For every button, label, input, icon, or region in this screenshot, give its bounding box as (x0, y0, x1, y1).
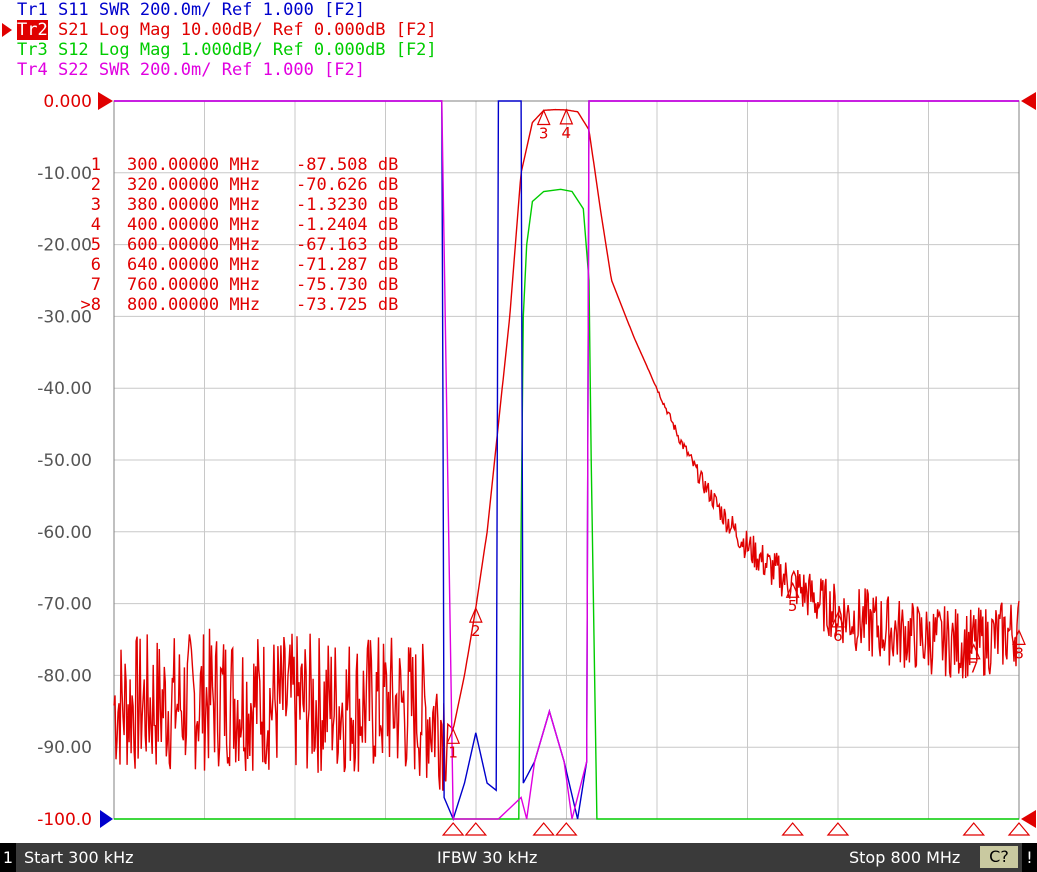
marker-2-label: 2 (471, 622, 481, 640)
marker-stimulus-icon (826, 822, 850, 836)
marker-stimulus-icon (962, 822, 986, 836)
marker-stimulus-icon (532, 822, 555, 836)
marker-table-frequency: 800.00000 MHz (127, 295, 260, 315)
marker-1-icon (446, 727, 461, 744)
marker-table-value: -71.287 dB (296, 255, 398, 275)
marker-1-label: 1 (448, 743, 458, 761)
marker-table-frequency: 760.00000 MHz (127, 275, 260, 295)
marker-table-number: 2 (91, 175, 101, 195)
start-frequency[interactable]: Start 300 kHz (24, 848, 134, 867)
warning-indicator[interactable]: ! (1022, 843, 1037, 872)
marker-3-label: 3 (539, 124, 549, 142)
chart-area[interactable]: 0.000-10.00-20.00-30.00-40.00-50.00-60.0… (0, 0, 1037, 843)
marker-stimulus-icon (464, 822, 488, 836)
calibration-status[interactable]: C? (980, 846, 1018, 868)
marker-4-label: 4 (562, 124, 572, 142)
y-tick-label: -60.00 (37, 523, 92, 543)
y-tick-label: -20.00 (37, 236, 92, 256)
marker-stimulus-icon (555, 822, 578, 836)
marker-table-number: 4 (91, 215, 101, 235)
y-tick-label: -40.00 (37, 379, 92, 399)
marker-table-number: >8 (81, 295, 101, 315)
channel-indicator[interactable]: 1 (0, 843, 16, 872)
y-tick-label: -50.00 (37, 451, 92, 471)
ref-level-arrow-icon (1021, 810, 1036, 828)
marker-table-value: -75.730 dB (296, 275, 398, 295)
marker-7-label: 7 (969, 659, 979, 677)
marker-table-value: -73.725 dB (296, 295, 398, 315)
marker-table-value: -1.3230 dB (296, 195, 398, 215)
marker-table-number: 7 (91, 275, 101, 295)
marker-table-number: 3 (91, 195, 101, 215)
marker-table-frequency: 400.00000 MHz (127, 215, 260, 235)
marker-table-number: 1 (91, 155, 101, 175)
marker-table-value: -70.626 dB (296, 175, 398, 195)
marker-8-label: 8 (1014, 644, 1024, 662)
marker-6-label: 6 (833, 627, 843, 645)
ref-level-arrow-icon (100, 810, 113, 828)
marker-table-number: 6 (91, 255, 101, 275)
marker-table-frequency: 380.00000 MHz (127, 195, 260, 215)
marker-table-number: 5 (91, 235, 101, 255)
marker-table-frequency: 640.00000 MHz (127, 255, 260, 275)
marker-table-frequency: 600.00000 MHz (127, 235, 260, 255)
marker-table-value: -1.2404 dB (296, 215, 398, 235)
marker-5-label: 5 (788, 597, 798, 615)
ifbw-value[interactable]: IFBW 30 kHz (437, 848, 537, 867)
y-tick-label: -100.0 (37, 810, 92, 830)
marker-stimulus-icon (1007, 822, 1031, 836)
y-tick-label: -80.00 (37, 666, 92, 686)
ref-level-arrow-icon (1021, 92, 1036, 110)
marker-table-frequency: 300.00000 MHz (127, 155, 260, 175)
ref-level-arrow-icon (98, 92, 113, 110)
y-tick-label: -90.00 (37, 738, 92, 758)
marker-table-value: -67.163 dB (296, 235, 398, 255)
marker-table-value: -87.508 dB (296, 155, 398, 175)
marker-stimulus-icon (781, 822, 804, 836)
y-tick-label: -10.00 (37, 164, 92, 184)
status-bar: 1 Start 300 kHz IFBW 30 kHz Stop 800 MHz… (0, 843, 1037, 872)
marker-3-icon (536, 108, 551, 126)
y-tick-label: -70.00 (37, 595, 92, 615)
y-tick-label: 0.000 (43, 92, 92, 112)
stop-frequency[interactable]: Stop 800 MHz (849, 848, 960, 867)
marker-table-frequency: 320.00000 MHz (127, 175, 260, 195)
marker-stimulus-icon (441, 822, 465, 836)
